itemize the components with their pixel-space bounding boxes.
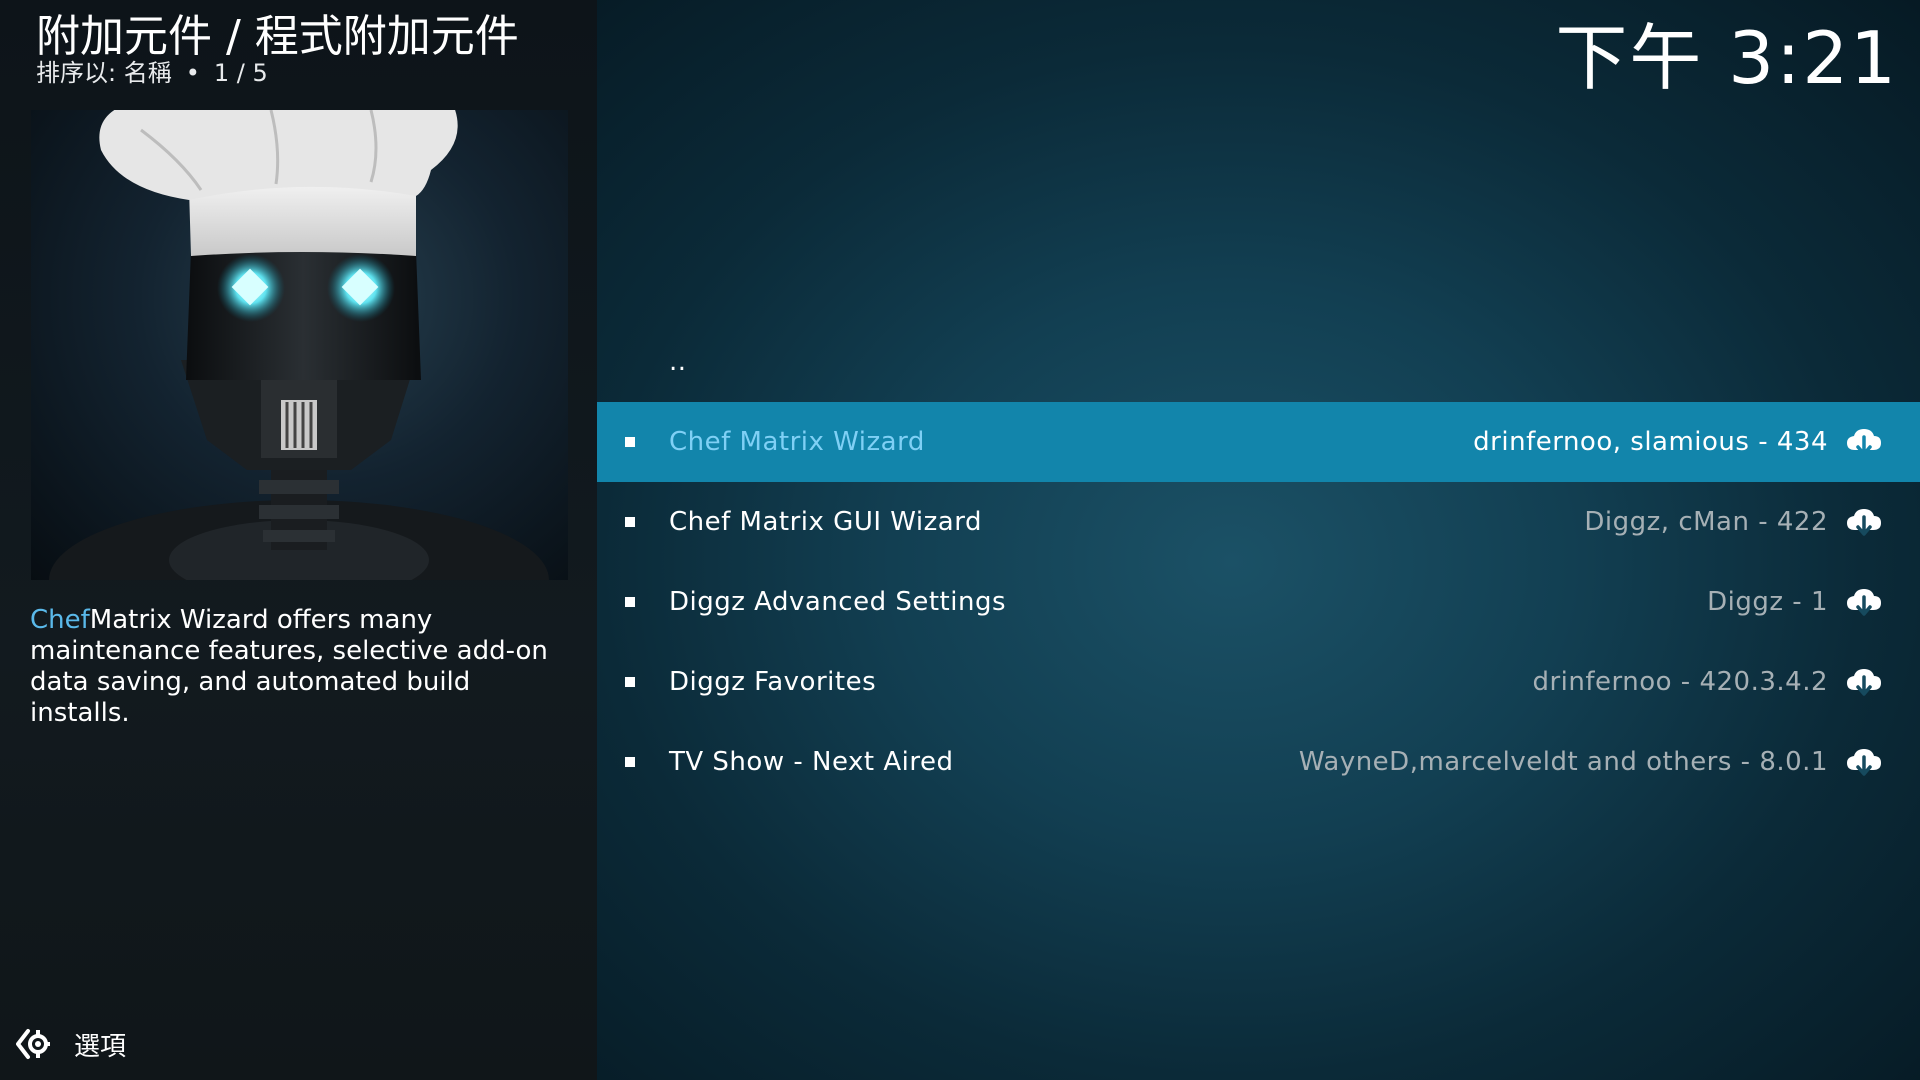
chef-robot-image	[49, 110, 549, 580]
list-panel: 下午 3:21 .. Chef Matrix Wizard drinfernoo…	[597, 0, 1920, 1080]
item-author-version: Diggz, cMan - 422	[1584, 507, 1828, 537]
cloud-download-icon	[1847, 749, 1881, 776]
addon-description: ChefMatrix Wizard offers many maintenanc…	[30, 605, 570, 729]
bullet-icon	[625, 597, 635, 607]
cloud-download-icon	[1847, 669, 1881, 696]
addon-thumbnail	[31, 110, 568, 580]
item-author-version: Diggz - 1	[1707, 587, 1828, 617]
list-item[interactable]: Diggz Advanced Settings Diggz - 1	[597, 562, 1920, 642]
parent-folder-label: ..	[669, 347, 687, 377]
item-author-version: drinfernoo, slamious - 434	[1473, 427, 1828, 457]
bullet-icon	[625, 757, 635, 767]
item-label: Chef Matrix Wizard	[669, 427, 925, 457]
bullet-icon	[625, 517, 635, 527]
list-item[interactable]: TV Show - Next Aired WayneD,marcelveldt …	[597, 722, 1920, 802]
item-author-version: drinfernoo - 420.3.4.2	[1532, 667, 1828, 697]
cloud-download-icon	[1847, 509, 1881, 536]
item-label: Diggz Favorites	[669, 667, 877, 697]
item-label: Diggz Advanced Settings	[669, 587, 1006, 617]
item-label: TV Show - Next Aired	[669, 747, 954, 777]
separator-dot: •	[185, 59, 200, 87]
item-label: Chef Matrix GUI Wizard	[669, 507, 982, 537]
sort-info: 排序以: 名稱 • 1 / 5	[36, 58, 268, 88]
item-position: 1 / 5	[213, 59, 268, 87]
parent-folder-item[interactable]: ..	[597, 322, 1920, 402]
description-text: Matrix Wizard offers many maintenance fe…	[30, 605, 548, 728]
options-button[interactable]: 選項	[14, 1024, 126, 1064]
clock: 下午 3:21	[1555, 16, 1898, 100]
cloud-download-icon	[1847, 589, 1881, 616]
list-item[interactable]: Chef Matrix GUI Wizard Diggz, cMan - 422	[597, 482, 1920, 562]
kodi-addon-browser: 附加元件 / 程式附加元件 排序以: 名稱 • 1 / 5 ChefMatrix…	[0, 0, 1920, 1080]
list-item[interactable]: Diggz Favorites drinfernoo - 420.3.4.2	[597, 642, 1920, 722]
info-panel: 附加元件 / 程式附加元件 排序以: 名稱 • 1 / 5 ChefMatrix…	[0, 0, 597, 1080]
bullet-icon	[625, 677, 635, 687]
sort-label: 排序以: 名稱	[36, 59, 172, 87]
addon-list: .. Chef Matrix Wizard drinfernoo, slamio…	[597, 322, 1920, 802]
bullet-icon	[625, 437, 635, 447]
list-item[interactable]: Chef Matrix Wizard drinfernoo, slamious …	[597, 402, 1920, 482]
page-title: 附加元件 / 程式附加元件	[36, 11, 519, 62]
description-accent: Chef	[30, 605, 90, 635]
options-gear-icon	[16, 1029, 50, 1059]
cloud-download-icon	[1847, 429, 1881, 456]
options-label: 選項	[74, 1031, 127, 1062]
item-author-version: WayneD,marcelveldt and others - 8.0.1	[1298, 747, 1828, 777]
